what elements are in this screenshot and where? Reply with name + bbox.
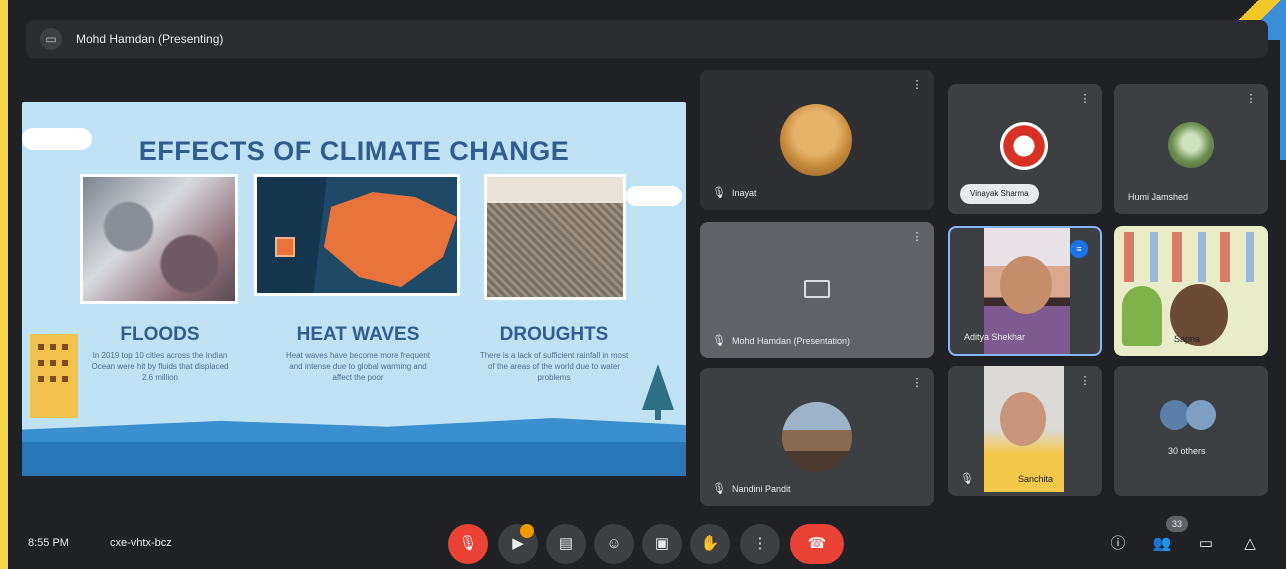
speaking-indicator-icon: ≡ <box>1070 240 1088 258</box>
tree-trunk <box>655 408 661 420</box>
mic-off-icon: 🎙 <box>458 535 478 552</box>
emoji-button[interactable]: ☺ <box>594 524 634 564</box>
avatar <box>1000 122 1048 170</box>
mic-off-icon: 🎙 <box>960 473 974 485</box>
notification-dot <box>520 524 534 538</box>
present-screen-icon: ▣ <box>654 535 670 552</box>
activities-button[interactable]: △ <box>1238 532 1262 556</box>
camera-icon: ▶ <box>512 535 524 552</box>
leave-call-button[interactable]: ☎ <box>790 524 844 564</box>
presentation-icon <box>804 280 830 298</box>
info-icon: ⓘ <box>1110 535 1126 552</box>
chat-button[interactable]: ▭ <box>1194 532 1218 556</box>
floods-body: In 2019 top 10 cities across the Indian … <box>91 351 229 382</box>
meeting-code: cxe-vhtx-bcz <box>110 537 172 549</box>
flood-photo <box>80 174 238 304</box>
map-inset <box>275 237 295 257</box>
participant-name: Mohd Hamdan (Presentation) <box>732 336 851 346</box>
participant-name: Aditya Shekhar <box>964 332 1026 342</box>
droughts-body: There is a lack of sufficient rainfall i… <box>479 351 629 382</box>
participant-count-badge: 33 <box>1166 516 1189 532</box>
participant-name: Vinayak Sharma <box>960 184 1039 204</box>
participant-tile[interactable]: ⋮ 🎙 Mohd Hamdan (Presentation) <box>700 222 934 358</box>
presenter-bar: ▭ Mohd Hamdan (Presenting) <box>26 20 1268 58</box>
participant-tile[interactable]: Sapna <box>1114 226 1268 356</box>
participant-name: Sapna <box>1174 334 1201 344</box>
frame-right-border <box>1280 40 1286 160</box>
mic-off-icon: 🎙 <box>712 187 726 199</box>
mic-toggle-button[interactable]: 🎙 <box>448 524 488 564</box>
heat-waves-heading: HEAT WAVES <box>296 324 420 345</box>
shared-slide: EFFECTS OF CLIMATE CHANGE FLOODS In 2019… <box>22 102 686 476</box>
face <box>1000 256 1052 314</box>
participant-tile[interactable]: ⋮ 🎙 Nandini Pandit <box>700 368 934 506</box>
captions-icon: ▤ <box>558 535 574 552</box>
plant-decoration <box>1122 286 1162 346</box>
others-count-label: 30 others <box>1168 446 1206 456</box>
heat-waves-body: Heat waves have become more frequent and… <box>285 351 431 382</box>
more-vert-icon[interactable]: ⋮ <box>910 78 924 92</box>
others-avatar-2 <box>1186 400 1216 430</box>
drought-photo <box>484 174 626 300</box>
more-vert-icon[interactable]: ⋮ <box>1078 374 1092 388</box>
frame-left-border <box>0 0 8 569</box>
more-options-button[interactable]: ⋮ <box>740 524 780 564</box>
avatar <box>1168 122 1214 168</box>
participant-name: Humi Jamshed <box>1128 192 1189 202</box>
avatar <box>782 402 852 472</box>
more-vert-icon[interactable]: ⋮ <box>910 376 924 390</box>
activities-icon: △ <box>1244 535 1256 552</box>
face <box>1000 392 1046 446</box>
avatar <box>780 104 852 176</box>
heatwave-map <box>254 174 460 296</box>
present-button[interactable]: ▣ <box>642 524 682 564</box>
participant-name: Nandini Pandit <box>732 484 791 494</box>
more-vert-icon[interactable]: ⋮ <box>1244 92 1258 106</box>
participant-tile[interactable]: ⋮ Humi Jamshed <box>1114 84 1268 214</box>
more-vert-icon[interactable]: ⋮ <box>910 230 924 244</box>
participant-tile[interactable]: ⋮ 🎙 Sanchita <box>948 366 1102 496</box>
droughts-heading: DROUGHTS <box>499 324 609 345</box>
floods-heading: FLOODS <box>120 324 200 345</box>
chat-icon: ▭ <box>1198 535 1214 552</box>
more-vert-icon[interactable]: ⋮ <box>1078 92 1092 106</box>
presenter-label: Mohd Hamdan (Presenting) <box>76 32 224 46</box>
building-illustration <box>30 334 78 418</box>
cloud-right <box>626 186 682 206</box>
participant-tile[interactable]: ⋮ Vinayak Sharma <box>948 84 1102 214</box>
captions-button[interactable]: ▤ <box>546 524 586 564</box>
people-button[interactable]: 👥 <box>1150 532 1174 556</box>
raise-hand-button[interactable]: ✋ <box>690 524 730 564</box>
participant-tile[interactable]: ≡ Aditya Shekhar <box>948 226 1102 356</box>
hangup-icon: ☎ <box>807 535 827 552</box>
more-vert-icon: ⋮ <box>752 535 768 552</box>
participant-name: Sanchita <box>1018 474 1054 484</box>
slide-title: EFFECTS OF CLIMATE CHANGE <box>138 136 570 166</box>
participant-name: Inayat <box>732 188 757 198</box>
others-tile[interactable]: 30 others <box>1114 366 1268 496</box>
mic-off-icon: 🎙 <box>712 335 726 347</box>
people-icon: 👥 <box>1152 535 1172 552</box>
present-screen-icon: ▭ <box>45 32 57 46</box>
water-wave-dark <box>22 442 686 476</box>
mic-off-icon: 🎙 <box>712 483 726 495</box>
tree-illustration <box>642 364 674 410</box>
meeting-info-button[interactable]: ⓘ <box>1106 532 1130 556</box>
presenter-avatar: ▭ <box>40 28 62 50</box>
participant-tile[interactable]: ⋮ 🎙 Inayat <box>700 70 934 210</box>
wall-decoration <box>1124 232 1258 282</box>
meeting-time: 8:55 PM <box>28 537 69 549</box>
map-land <box>324 192 457 287</box>
emoji-icon: ☺ <box>606 535 622 552</box>
hand-icon: ✋ <box>700 535 720 552</box>
